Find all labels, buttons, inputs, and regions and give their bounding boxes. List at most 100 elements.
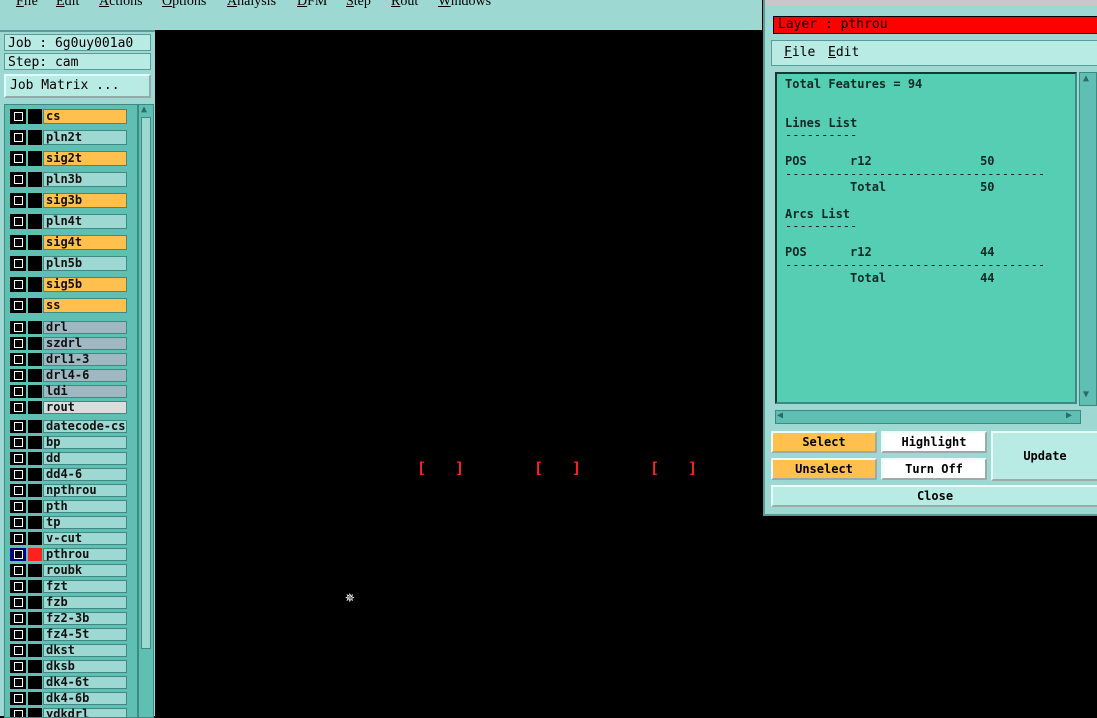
layer-name[interactable]: fzb: [43, 596, 127, 609]
layer-name[interactable]: v-cut: [43, 532, 127, 545]
layer-affected-toggle[interactable]: [28, 500, 42, 513]
layer-affected-toggle[interactable]: [28, 193, 42, 208]
layer-affected-toggle[interactable]: [28, 564, 42, 577]
layer-checkbox[interactable]: [10, 564, 26, 577]
layer-affected-toggle[interactable]: [28, 660, 42, 673]
layer-name[interactable]: fz4-5t: [43, 628, 127, 641]
layer-checkbox[interactable]: [10, 130, 26, 145]
pad-feature[interactable]: [ ]: [417, 459, 474, 477]
layer-checkbox[interactable]: [10, 484, 26, 497]
layer-affected-toggle[interactable]: [28, 321, 42, 334]
layer-affected-toggle[interactable]: [28, 420, 42, 433]
layer-checkbox[interactable]: [10, 612, 26, 625]
layer-name[interactable]: fzt: [43, 580, 127, 593]
layer-affected-toggle[interactable]: [28, 596, 42, 609]
layer-checkbox[interactable]: [10, 385, 26, 398]
layer-affected-toggle[interactable]: [28, 628, 42, 641]
layer-checkbox[interactable]: [10, 532, 26, 545]
menu-file[interactable]: File: [16, 0, 38, 10]
scroll-down-icon[interactable]: ▼: [1083, 389, 1089, 400]
layer-checkbox[interactable]: [10, 660, 26, 673]
menu-dfm[interactable]: DFM: [297, 0, 327, 10]
layer-affected-toggle[interactable]: [28, 369, 42, 382]
report-text-area[interactable]: Total Features = 94 Lines List ---------…: [775, 72, 1077, 404]
layer-checkbox[interactable]: [10, 708, 26, 717]
layer-checkbox[interactable]: [10, 676, 26, 689]
layer-affected-toggle[interactable]: [28, 436, 42, 449]
menu-step[interactable]: Step: [346, 0, 371, 10]
layer-checkbox[interactable]: [10, 468, 26, 481]
turn-off-button[interactable]: Turn Off: [881, 458, 987, 480]
layer-affected-toggle[interactable]: [28, 612, 42, 625]
layer-affected-toggle[interactable]: [28, 676, 42, 689]
layer-checkbox[interactable]: [10, 109, 26, 124]
layer-name[interactable]: ldi: [43, 385, 127, 398]
layer-name[interactable]: dksb: [43, 660, 127, 673]
layer-checkbox[interactable]: [10, 500, 26, 513]
layer-affected-toggle[interactable]: [28, 580, 42, 593]
menu-edit[interactable]: Edit: [56, 0, 79, 10]
menu-windows[interactable]: Windows: [438, 0, 491, 10]
layer-affected-toggle[interactable]: [28, 298, 42, 313]
layer-checkbox[interactable]: [10, 580, 26, 593]
pad-feature[interactable]: [ ]: [534, 459, 591, 477]
layer-name[interactable]: pln3b: [43, 172, 127, 187]
layer-name[interactable]: pln4t: [43, 214, 127, 229]
layer-affected-toggle[interactable]: [28, 256, 42, 271]
graphics-canvas[interactable]: [ ] [ ] [ ] ✵: [155, 30, 763, 716]
layer-affected-toggle[interactable]: [28, 401, 42, 414]
layer-checkbox[interactable]: [10, 214, 26, 229]
layer-affected-toggle[interactable]: [28, 452, 42, 465]
update-button[interactable]: Update: [991, 431, 1097, 481]
layer-name[interactable]: sig4t: [43, 235, 127, 250]
layer-checkbox[interactable]: [10, 401, 26, 414]
layer-checkbox[interactable]: [10, 420, 26, 433]
layer-name[interactable]: dkst: [43, 644, 127, 657]
layer-checkbox[interactable]: [10, 644, 26, 657]
scroll-up-icon[interactable]: ▲: [141, 104, 147, 115]
menu-actions[interactable]: Actions: [99, 0, 143, 10]
layer-affected-toggle[interactable]: [28, 548, 42, 561]
menu-rout[interactable]: Rout: [391, 0, 418, 10]
layer-affected-toggle[interactable]: [28, 277, 42, 292]
unselect-button[interactable]: Unselect: [771, 458, 877, 480]
layer-checkbox[interactable]: [10, 353, 26, 366]
layer-name[interactable]: tp: [43, 516, 127, 529]
report-horizontal-scrollbar[interactable]: ◀ ▶: [775, 410, 1081, 424]
popup-menu-file[interactable]: File: [784, 45, 815, 60]
layer-name[interactable]: pln5b: [43, 256, 127, 271]
layer-name[interactable]: drl: [43, 321, 127, 334]
layer-name[interactable]: ss: [43, 298, 127, 313]
layer-affected-toggle[interactable]: [28, 151, 42, 166]
layer-checkbox[interactable]: [10, 436, 26, 449]
layer-name[interactable]: fz2-3b: [43, 612, 127, 625]
layer-name[interactable]: ydkdrl: [43, 708, 127, 717]
layer-checkbox[interactable]: [10, 452, 26, 465]
layer-checkbox[interactable]: [10, 548, 26, 561]
scroll-left-icon[interactable]: ◀: [777, 410, 783, 421]
layer-list-scrollbar[interactable]: ▲: [138, 104, 154, 718]
layer-affected-toggle[interactable]: [28, 337, 42, 350]
layer-checkbox[interactable]: [10, 321, 26, 334]
layer-checkbox[interactable]: [10, 596, 26, 609]
layer-affected-toggle[interactable]: [28, 516, 42, 529]
layer-checkbox[interactable]: [10, 277, 26, 292]
layer-checkbox[interactable]: [10, 172, 26, 187]
menu-options[interactable]: Options: [162, 0, 206, 10]
menu-analysis[interactable]: Analysis: [227, 0, 276, 10]
report-vertical-scrollbar[interactable]: ▲ ▼: [1079, 72, 1097, 406]
scroll-up-icon[interactable]: ▲: [1083, 73, 1089, 84]
layer-name[interactable]: datecode-cs: [43, 420, 127, 433]
layer-name[interactable]: szdrl: [43, 337, 127, 350]
scroll-right-icon[interactable]: ▶: [1066, 410, 1072, 421]
layer-name[interactable]: dk4-6b: [43, 692, 127, 705]
layer-affected-toggle[interactable]: [28, 385, 42, 398]
layer-name[interactable]: dk4-6t: [43, 676, 127, 689]
layer-checkbox[interactable]: [10, 628, 26, 641]
layer-affected-toggle[interactable]: [28, 532, 42, 545]
layer-name[interactable]: sig2t: [43, 151, 127, 166]
scroll-thumb[interactable]: [141, 117, 151, 649]
layer-affected-toggle[interactable]: [28, 235, 42, 250]
layer-affected-toggle[interactable]: [28, 468, 42, 481]
layer-checkbox[interactable]: [10, 337, 26, 350]
